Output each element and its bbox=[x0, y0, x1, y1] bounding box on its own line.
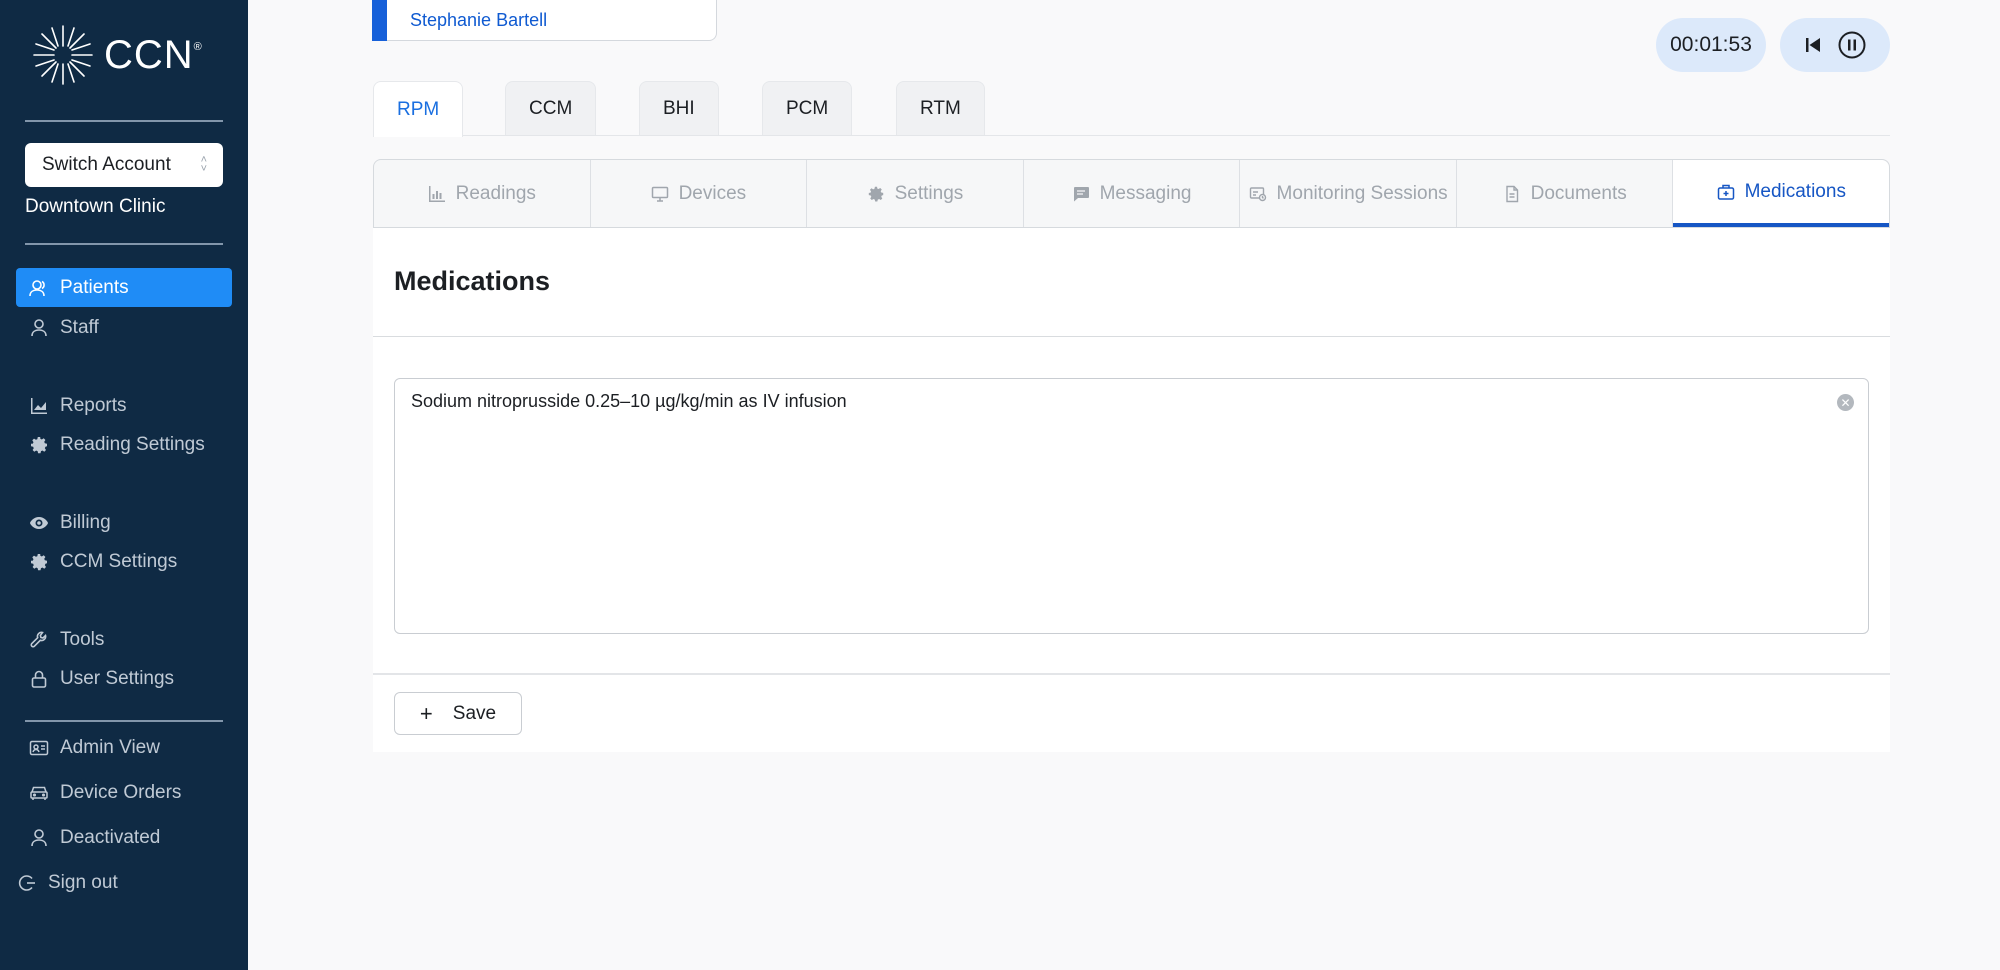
brand-name: CCN® bbox=[104, 32, 203, 77]
session-timer: 00:01:53 bbox=[1656, 18, 1766, 72]
lock-icon bbox=[28, 668, 50, 690]
gear-icon bbox=[28, 434, 50, 456]
tab-documents[interactable]: Documents bbox=[1457, 160, 1674, 227]
eye-icon bbox=[28, 512, 50, 534]
sidebar-item-ccm-settings[interactable]: CCM Settings bbox=[16, 542, 232, 581]
sidebar: CCN® Switch Account ˄ ˅ Downtown Clinic P… bbox=[0, 0, 248, 970]
program-tabs: RPM CCM BHI PCM RTM bbox=[373, 81, 1890, 137]
sidebar-item-label: Reading Settings bbox=[60, 433, 205, 455]
sidebar-item-label: Patients bbox=[60, 276, 129, 298]
tab-bhi[interactable]: BHI bbox=[639, 81, 719, 135]
sidebar-item-billing[interactable]: Billing bbox=[16, 503, 232, 542]
sidebar-item-user-settings[interactable]: User Settings bbox=[16, 659, 232, 698]
tab-readings[interactable]: Readings bbox=[374, 160, 591, 227]
sidebar-item-label: Staff bbox=[60, 316, 99, 338]
sidebar-item-staff[interactable]: Staff bbox=[16, 308, 232, 347]
panel-divider bbox=[373, 673, 1890, 675]
tab-settings[interactable]: Settings bbox=[807, 160, 1024, 227]
medications-panel: Medications Sodium nitroprusside 0.25–10… bbox=[373, 228, 1890, 752]
panel-divider bbox=[373, 336, 1890, 337]
tab-pcm[interactable]: PCM bbox=[762, 81, 853, 135]
tab-devices[interactable]: Devices bbox=[591, 160, 808, 227]
tab-rpm[interactable]: RPM bbox=[373, 81, 464, 137]
sign-out-icon bbox=[16, 872, 38, 894]
sidebar-item-deactivated[interactable]: Deactivated bbox=[16, 818, 232, 857]
document-icon bbox=[1505, 185, 1518, 202]
logo[interactable]: CCN® bbox=[30, 22, 203, 88]
bar-chart-icon bbox=[428, 185, 445, 202]
sidebar-item-label: Deactivated bbox=[60, 826, 161, 848]
skip-back-icon[interactable] bbox=[1803, 35, 1823, 55]
tab-rtm[interactable]: RTM bbox=[896, 81, 985, 135]
monitor-icon bbox=[651, 186, 668, 202]
sidebar-item-sign-out[interactable]: Sign out bbox=[4, 863, 220, 902]
panel-title: Medications bbox=[394, 266, 551, 296]
chevron-up-down-icon: ˄ ˅ bbox=[200, 154, 207, 175]
sidebar-item-patients[interactable]: Patients bbox=[16, 268, 232, 307]
wrench-icon bbox=[28, 629, 50, 651]
save-button-label: Save bbox=[452, 702, 497, 724]
medications-textarea[interactable]: Sodium nitroprusside 0.25–10 µg/kg/min a… bbox=[395, 379, 1868, 633]
clinic-name: Downtown Clinic bbox=[25, 196, 166, 217]
sidebar-item-device-orders[interactable]: Device Orders bbox=[16, 773, 232, 812]
sidebar-item-reports[interactable]: Reports bbox=[16, 386, 232, 425]
switch-account-label: Switch Account bbox=[42, 154, 171, 175]
gear-icon bbox=[28, 551, 50, 573]
patients-icon bbox=[28, 277, 50, 299]
gear-icon bbox=[868, 186, 883, 201]
tab-monitoring-sessions[interactable]: Monitoring Sessions bbox=[1240, 160, 1457, 227]
sidebar-item-label: Admin View bbox=[60, 736, 160, 758]
sidebar-item-label: Tools bbox=[60, 628, 105, 650]
patient-name-tab[interactable]: Stephanie Bartell bbox=[372, 0, 717, 41]
medications-textarea-wrapper: Sodium nitroprusside 0.25–10 µg/kg/min a… bbox=[394, 378, 1869, 634]
id-card-icon bbox=[28, 737, 50, 759]
sidebar-item-admin-view[interactable]: Admin View bbox=[16, 728, 232, 767]
tab-ccm[interactable]: CCM bbox=[505, 81, 597, 135]
sidebar-item-tools[interactable]: Tools bbox=[16, 620, 232, 659]
section-tabs: Readings Devices Settings Messaging Moni… bbox=[373, 159, 1890, 228]
switch-account-button[interactable]: Switch Account ˄ ˅ bbox=[25, 143, 223, 187]
sidebar-item-reading-settings[interactable]: Reading Settings bbox=[16, 425, 232, 464]
user-icon bbox=[28, 827, 50, 849]
sidebar-divider bbox=[25, 720, 223, 722]
sunburst-logo-icon bbox=[33, 25, 93, 85]
medical-kit-icon bbox=[1717, 184, 1734, 200]
message-icon bbox=[1073, 186, 1089, 201]
sidebar-item-label: Sign out bbox=[48, 871, 118, 893]
patient-name: Stephanie Bartell bbox=[410, 9, 548, 30]
timer-value: 00:01:53 bbox=[1670, 33, 1752, 56]
sidebar-item-label: Reports bbox=[60, 394, 127, 416]
sidebar-item-label: Billing bbox=[60, 511, 111, 533]
plus-icon: + bbox=[419, 700, 433, 726]
sidebar-item-label: Device Orders bbox=[60, 781, 182, 803]
tab-messaging[interactable]: Messaging bbox=[1024, 160, 1241, 227]
clear-icon[interactable]: ✕ bbox=[1837, 394, 1854, 411]
sidebar-divider bbox=[25, 243, 223, 245]
truck-icon bbox=[28, 782, 50, 804]
save-button[interactable]: + Save bbox=[394, 692, 522, 735]
sidebar-divider bbox=[25, 120, 223, 122]
pause-icon[interactable] bbox=[1837, 30, 1867, 60]
tab-medications[interactable]: Medications bbox=[1673, 160, 1890, 227]
user-icon bbox=[28, 317, 50, 339]
chart-icon bbox=[28, 395, 50, 417]
sidebar-item-label: User Settings bbox=[60, 667, 175, 689]
timer-controls bbox=[1780, 18, 1890, 72]
session-icon bbox=[1249, 186, 1266, 201]
sidebar-item-label: CCM Settings bbox=[60, 550, 178, 572]
